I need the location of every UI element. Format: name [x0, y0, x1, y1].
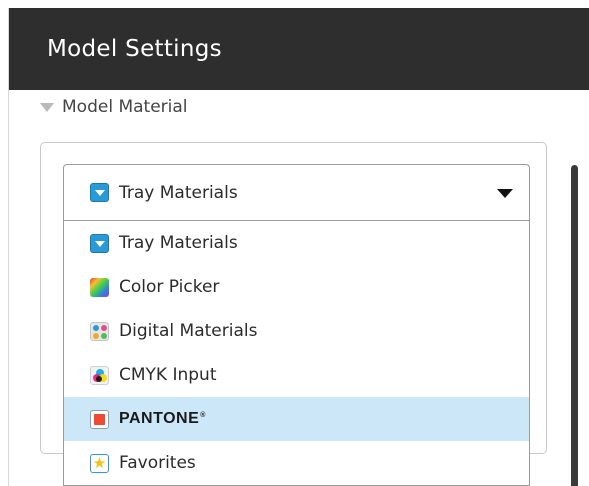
dropdown-caret-icon — [497, 189, 513, 198]
menu-item-pantone[interactable]: PANTONE® — [64, 397, 529, 441]
scrollbar[interactable] — [571, 165, 579, 486]
pantone-icon — [90, 409, 109, 429]
menu-item-label: Color Picker — [119, 277, 220, 297]
cmyk-input-icon — [90, 365, 109, 385]
material-type-dropdown[interactable]: Tray Materials — [63, 164, 530, 220]
material-type-menu: Tray Materials Color Picker Digital Mate… — [63, 220, 530, 486]
menu-item-tray-materials[interactable]: Tray Materials — [64, 221, 529, 265]
registered-mark-icon: ® — [200, 411, 206, 419]
menu-item-label: CMYK Input — [119, 365, 217, 385]
menu-item-label: Tray Materials — [119, 233, 238, 253]
menu-item-cmyk-input[interactable]: CMYK Input — [64, 353, 529, 397]
menu-item-label: Favorites — [119, 453, 196, 473]
scrollbar-thumb[interactable] — [571, 165, 578, 486]
tray-materials-icon — [90, 233, 109, 253]
menu-item-digital-materials[interactable]: Digital Materials — [64, 309, 529, 353]
panel-title: Model Settings — [47, 36, 222, 62]
panel-header: Model Settings — [9, 8, 589, 90]
menu-item-favorites[interactable]: ★ Favorites — [64, 441, 529, 485]
menu-item-label: Digital Materials — [119, 321, 258, 341]
model-material-section-toggle[interactable]: Model Material — [40, 96, 188, 118]
dropdown-selected-value: Tray Materials — [119, 182, 238, 203]
collapse-triangle-icon — [40, 102, 54, 112]
tray-materials-icon — [90, 183, 109, 202]
menu-item-color-picker[interactable]: Color Picker — [64, 265, 529, 309]
digital-materials-icon — [90, 321, 109, 341]
favorites-star-icon: ★ — [90, 453, 109, 473]
section-label: Model Material — [62, 97, 188, 117]
menu-item-label: PANTONE® — [119, 410, 206, 427]
color-picker-icon — [90, 277, 109, 297]
